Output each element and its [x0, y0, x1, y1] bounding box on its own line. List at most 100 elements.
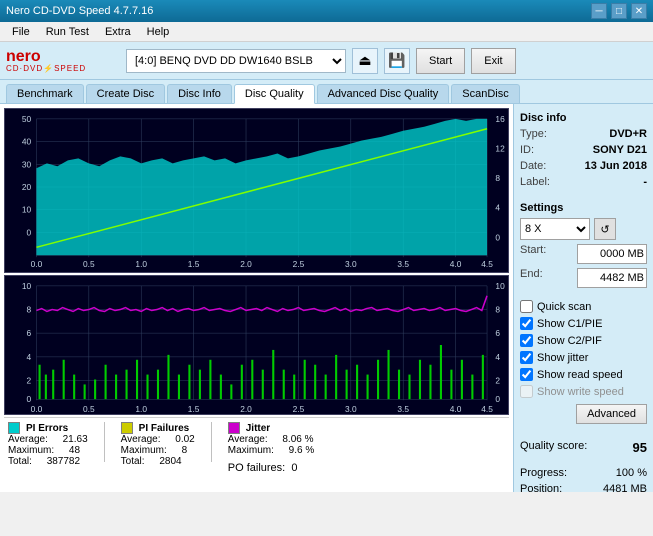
svg-text:40: 40 [22, 138, 32, 147]
svg-text:4.0: 4.0 [450, 405, 462, 414]
disc-date-value: 13 Jun 2018 [585, 160, 647, 172]
speed-selector[interactable]: 8 X [520, 218, 590, 240]
drive-selector[interactable]: [4:0] BENQ DVD DD DW1640 BSLB [126, 49, 346, 73]
position-value: 4481 MB [603, 483, 647, 492]
tab-advanced-disc-quality[interactable]: Advanced Disc Quality [317, 84, 450, 103]
nero-logo-text: nero [6, 49, 41, 65]
disc-date-row: Date: 13 Jun 2018 [520, 160, 647, 172]
jitter-avg-val: 8.06 % [282, 434, 313, 445]
menu-extra[interactable]: Extra [97, 24, 139, 40]
show-write-speed-checkbox [520, 385, 533, 398]
pi-failures-label: PI Failures [139, 423, 190, 434]
svg-text:3.0: 3.0 [345, 260, 357, 269]
advanced-button[interactable]: Advanced [576, 404, 647, 424]
quick-scan-row: Quick scan [520, 300, 647, 313]
eject-icon-button[interactable]: ⏏ [352, 48, 378, 74]
tab-scan-disc[interactable]: ScanDisc [451, 84, 519, 103]
svg-text:2: 2 [495, 377, 500, 386]
progress-label: Progress: [520, 467, 567, 479]
close-button[interactable]: ✕ [631, 3, 647, 19]
quick-scan-label: Quick scan [537, 301, 591, 313]
svg-text:3.5: 3.5 [397, 260, 409, 269]
svg-text:16: 16 [495, 115, 505, 124]
show-c2-pif-row: Show C2/PIF [520, 334, 647, 347]
show-jitter-label: Show jitter [537, 352, 588, 364]
window-controls: ─ □ ✕ [591, 3, 647, 19]
svg-text:2.0: 2.0 [240, 405, 252, 414]
svg-text:4.0: 4.0 [450, 260, 462, 269]
speed-setting-row: 8 X ↺ [520, 218, 647, 240]
progress-value: 100 % [616, 467, 647, 479]
quality-score-row: Quality score: 95 [520, 440, 647, 455]
show-c1-pie-row: Show C1/PIE [520, 317, 647, 330]
svg-text:4: 4 [495, 353, 500, 362]
right-panel: Disc info Type: DVD+R ID: SONY D21 Date:… [513, 104, 653, 492]
svg-text:0: 0 [27, 395, 32, 404]
end-label: End: [520, 268, 543, 288]
svg-text:1.5: 1.5 [188, 405, 200, 414]
tab-disc-quality[interactable]: Disc Quality [234, 84, 315, 104]
toolbar: nero CD·DVD⚡SPEED [4:0] BENQ DVD DD DW16… [0, 42, 653, 80]
svg-text:0.5: 0.5 [83, 405, 95, 414]
show-jitter-checkbox[interactable] [520, 351, 533, 364]
svg-text:6: 6 [27, 329, 32, 338]
svg-text:3.0: 3.0 [345, 405, 357, 414]
jitter-label: Jitter [246, 423, 270, 434]
quality-score-value: 95 [633, 440, 647, 455]
separator-1 [104, 422, 105, 462]
exit-button[interactable]: Exit [471, 48, 515, 74]
show-write-speed-label: Show write speed [537, 386, 624, 398]
svg-text:4.5: 4.5 [481, 260, 493, 269]
minimize-button[interactable]: ─ [591, 3, 607, 19]
show-c2-pif-checkbox[interactable] [520, 334, 533, 347]
disc-type-label: Type: [520, 128, 547, 140]
menu-help[interactable]: Help [139, 24, 178, 40]
pi-failures-total-val: 2804 [159, 456, 181, 467]
main-content: 50 40 30 20 10 0 16 12 8 4 0 0.0 0.5 1.0… [0, 104, 653, 492]
svg-text:0: 0 [495, 234, 500, 243]
menu-file[interactable]: File [4, 24, 38, 40]
disc-type-value: DVD+R [609, 128, 647, 140]
disc-id-label: ID: [520, 144, 534, 156]
pi-errors-max-val: 48 [69, 445, 80, 456]
tab-benchmark[interactable]: Benchmark [6, 84, 84, 103]
settings-title: Settings [520, 202, 647, 214]
jitter-avg-label: Average: [228, 434, 268, 445]
tab-disc-info[interactable]: Disc Info [167, 84, 232, 103]
show-c2-pif-label: Show C2/PIF [537, 335, 602, 347]
lower-chart: 10 8 6 4 2 0 10 8 6 4 2 0 0.0 0.5 1.0 1.… [4, 275, 509, 415]
menu-run-test[interactable]: Run Test [38, 24, 97, 40]
menu-bar: File Run Test Extra Help [0, 22, 653, 42]
pi-errors-stat: PI Errors Average: 21.63 Maximum: 48 Tot… [8, 422, 88, 474]
pi-errors-avg-val: 21.63 [63, 434, 88, 445]
jitter-max-label: Maximum: [228, 445, 274, 456]
maximize-button[interactable]: □ [611, 3, 627, 19]
pi-failures-total-label: Total: [121, 456, 145, 467]
disc-date-label: Date: [520, 160, 546, 172]
svg-text:0.0: 0.0 [31, 260, 43, 269]
svg-text:8: 8 [27, 306, 32, 315]
pi-failures-avg-label: Average: [121, 434, 161, 445]
quick-scan-checkbox[interactable] [520, 300, 533, 313]
show-read-speed-checkbox[interactable] [520, 368, 533, 381]
pi-errors-color [8, 422, 20, 434]
svg-text:10: 10 [495, 282, 505, 291]
svg-text:2.5: 2.5 [293, 405, 305, 414]
svg-text:12: 12 [495, 145, 505, 154]
svg-text:1.5: 1.5 [188, 260, 200, 269]
show-c1-pie-label: Show C1/PIE [537, 318, 602, 330]
tab-create-disc[interactable]: Create Disc [86, 84, 165, 103]
nero-logo-subtext: CD·DVD⚡SPEED [6, 65, 86, 73]
end-input[interactable] [577, 268, 647, 288]
end-row: End: [520, 268, 647, 288]
show-c1-pie-checkbox[interactable] [520, 317, 533, 330]
position-row: Position: 4481 MB [520, 483, 647, 492]
svg-text:3.5: 3.5 [397, 405, 409, 414]
start-button[interactable]: Start [416, 48, 465, 74]
show-jitter-row: Show jitter [520, 351, 647, 364]
save-icon-button[interactable]: 💾 [384, 48, 410, 74]
start-input[interactable] [577, 244, 647, 264]
svg-text:0.5: 0.5 [83, 260, 95, 269]
settings-refresh-btn[interactable]: ↺ [594, 218, 616, 240]
start-row: Start: [520, 244, 647, 264]
